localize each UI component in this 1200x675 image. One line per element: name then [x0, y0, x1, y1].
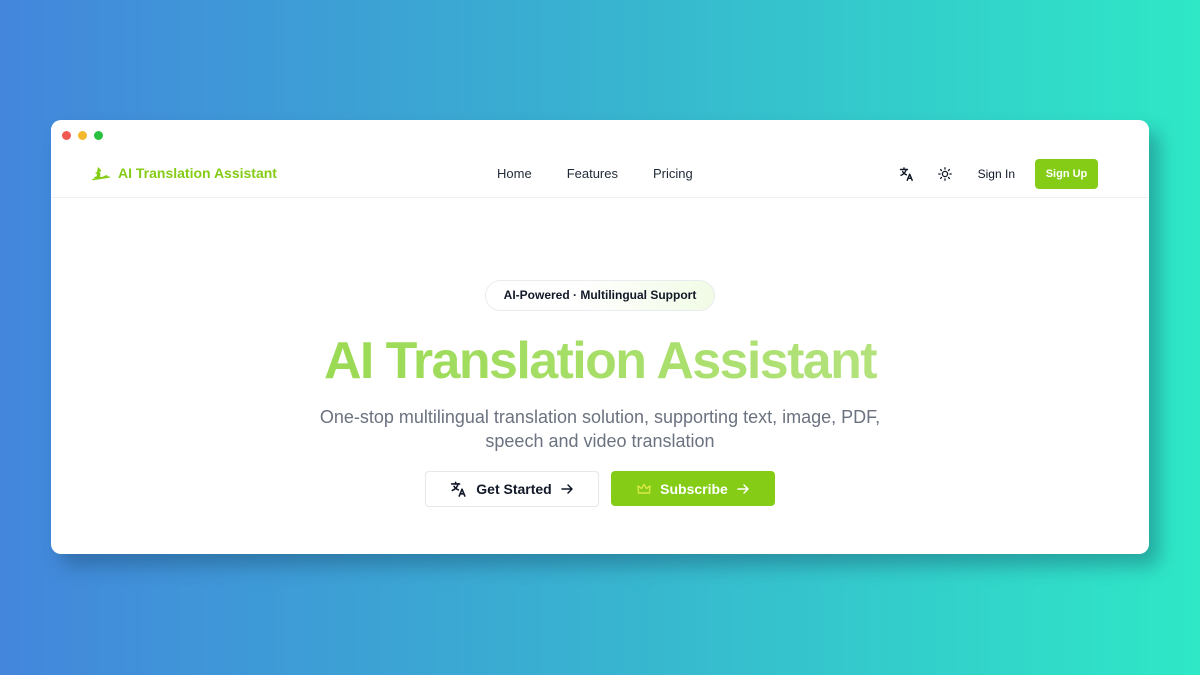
arrow-right-icon	[736, 482, 750, 496]
brand-name: AI Translation Assistant	[118, 165, 277, 181]
header-actions: Sign In Sign Up	[894, 159, 1098, 189]
nav-pricing-link[interactable]: Pricing	[653, 166, 693, 181]
get-started-label: Get Started	[476, 481, 552, 497]
close-window-button[interactable]	[62, 131, 71, 140]
hero-title: AI Translation Assistant	[51, 331, 1149, 391]
window-controls	[62, 131, 103, 140]
translate-icon	[899, 166, 915, 182]
feature-badge: AI-Powered · Multilingual Support	[484, 280, 716, 311]
subscribe-label: Subscribe	[660, 480, 728, 497]
navbar: AI Translation Assistant Home Features P…	[51, 152, 1149, 198]
language-toggle-button[interactable]	[894, 161, 920, 187]
sun-icon	[937, 167, 952, 181]
translate-icon	[450, 480, 468, 498]
get-started-button[interactable]: Get Started	[425, 471, 599, 507]
subscribe-button[interactable]: Subscribe	[611, 471, 775, 506]
main-nav: Home Features Pricing	[497, 166, 693, 181]
maximize-window-button[interactable]	[94, 131, 103, 140]
sign-up-button[interactable]: Sign Up	[1035, 159, 1098, 189]
hero-subtitle: One-stop multilingual translation soluti…	[319, 407, 881, 451]
theme-toggle-button[interactable]	[932, 161, 958, 187]
hat-logo-icon	[92, 164, 110, 182]
cta-row: Get Started Subscribe	[51, 471, 1149, 507]
browser-window: AI Translation Assistant Home Features P…	[51, 120, 1149, 554]
nav-features-link[interactable]: Features	[567, 166, 618, 181]
nav-home-link[interactable]: Home	[497, 166, 532, 181]
minimize-window-button[interactable]	[78, 131, 87, 140]
crown-icon	[636, 481, 652, 497]
sign-in-link[interactable]: Sign In	[978, 167, 1015, 181]
brand-logo-link[interactable]: AI Translation Assistant	[92, 164, 277, 182]
hero-section: AI-Powered · Multilingual Support AI Tra…	[51, 280, 1149, 507]
arrow-right-icon	[560, 482, 574, 496]
